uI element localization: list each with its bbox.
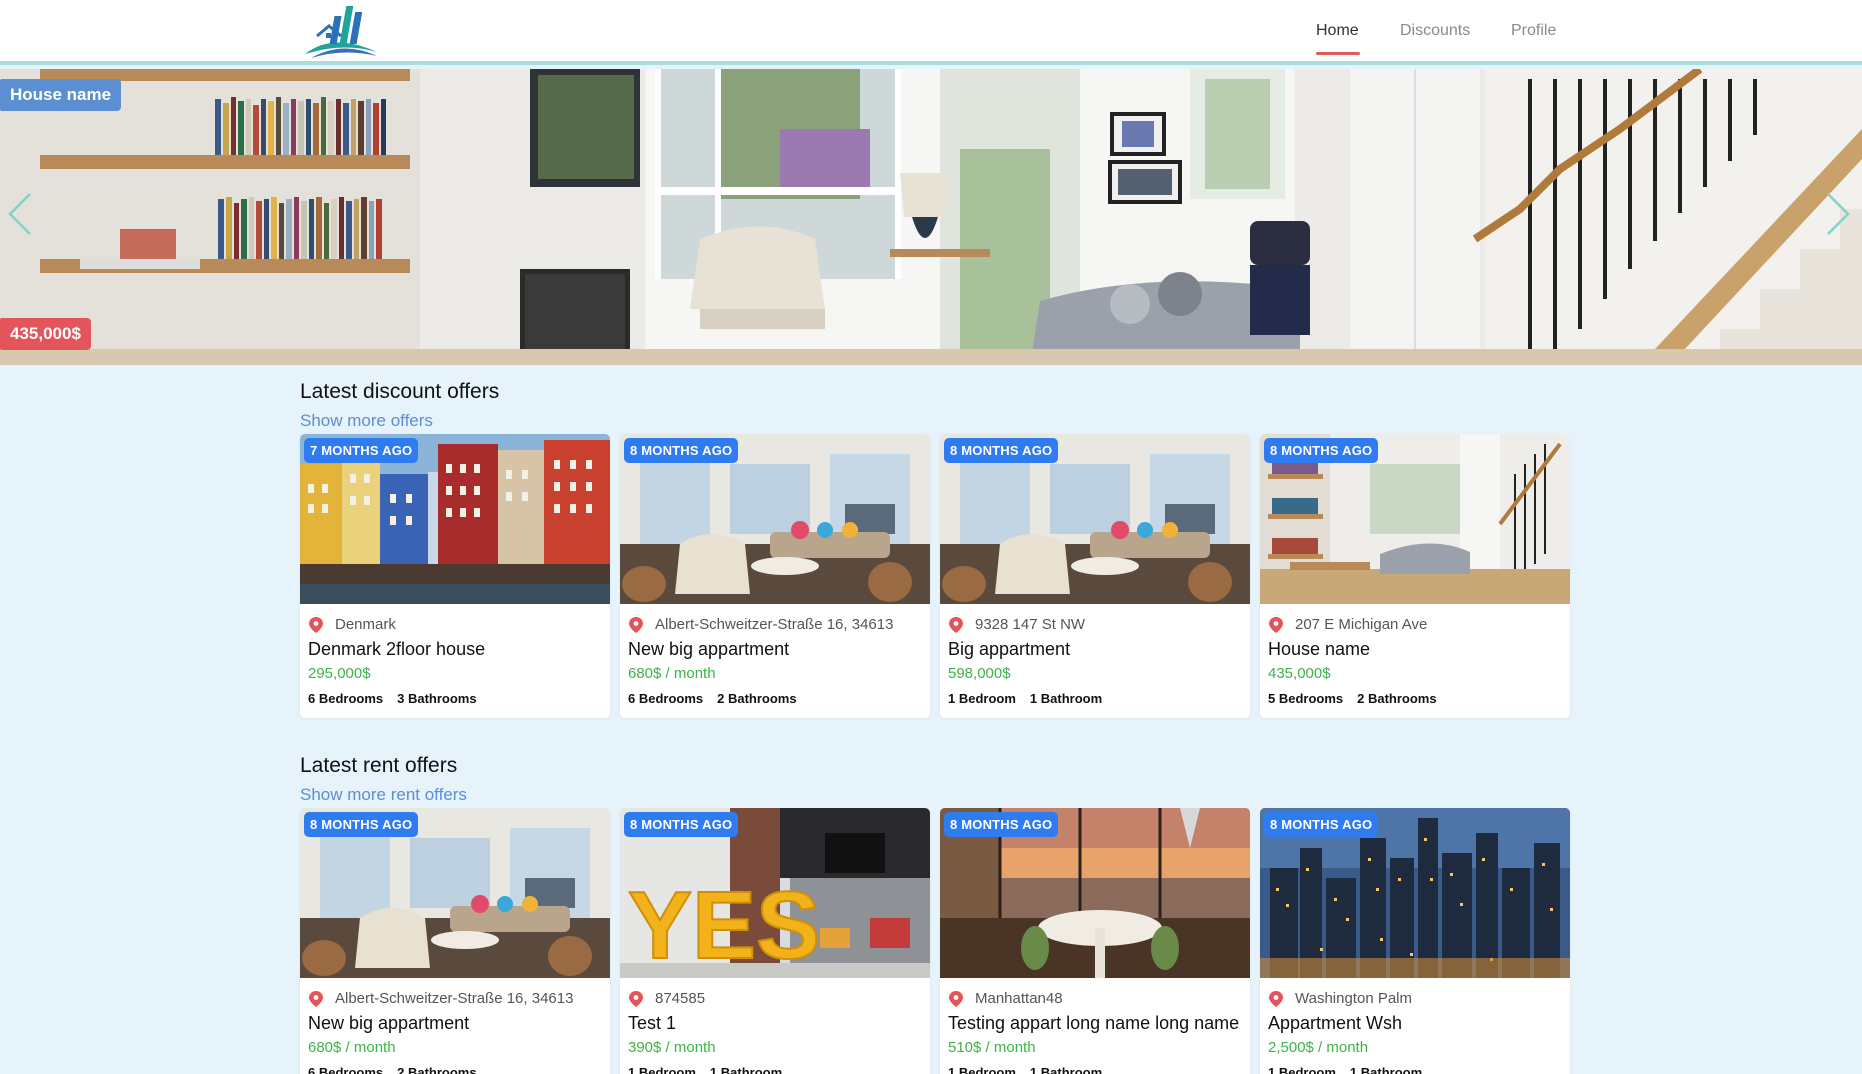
- offer-rooms: 1 Bedroom 1 Bathroom: [948, 1065, 1102, 1074]
- offer-location-text: 874585: [655, 990, 706, 1007]
- bathrooms-count: 1 Bathroom: [709, 1065, 783, 1074]
- offer-location-text: 207 E Michigan Ave: [1295, 616, 1428, 633]
- hero-house-name[interactable]: House name: [0, 79, 122, 111]
- rent-section-title: Latest rent offers: [300, 754, 458, 777]
- offer-location: 207 E Michigan Ave: [1269, 616, 1427, 633]
- map-pin-icon: [629, 616, 643, 633]
- offer-location: 874585: [629, 990, 705, 1007]
- discounts-section-title: Latest discount offers: [300, 380, 500, 403]
- hero-carousel[interactable]: House name 435,000$: [0, 69, 1862, 365]
- map-pin-icon: [309, 616, 323, 633]
- offer-title[interactable]: New big appartment: [308, 1013, 604, 1034]
- offer-price: 680$ / month: [628, 665, 716, 682]
- offer-price: 390$ / month: [628, 1039, 716, 1056]
- offer-rooms: 1 Bedroom 1 Bathroom: [1268, 1065, 1422, 1074]
- offer-title[interactable]: New big appartment: [628, 639, 924, 660]
- rent-card[interactable]: YES 8 MONTHS AGO 874585 Test 1 390$ / mo…: [620, 808, 930, 1074]
- offer-location: 9328 147 St NW: [949, 616, 1085, 633]
- map-pin-icon: [949, 990, 963, 1007]
- offer-title[interactable]: House name: [1268, 639, 1564, 660]
- time-badge: 8 MONTHS AGO: [944, 438, 1059, 463]
- svg-text:YES: YES: [628, 872, 820, 978]
- rent-card[interactable]: 8 MONTHS AGO Washington Palm Appartment …: [1260, 808, 1570, 1074]
- map-pin-icon: [949, 616, 963, 633]
- bathrooms-count: 3 Bathrooms: [397, 691, 477, 706]
- offer-location-text: 9328 147 St NW: [975, 616, 1086, 633]
- offer-location: Manhattan48: [949, 990, 1063, 1007]
- offer-location-text: Manhattan48: [975, 990, 1063, 1007]
- offer-rooms: 6 Bedrooms 2 Bathrooms: [308, 1065, 477, 1074]
- offer-price: 435,000$: [1268, 665, 1331, 682]
- time-badge: 8 MONTHS AGO: [624, 812, 739, 837]
- top-navbar: Home Discounts Profile: [0, 0, 1862, 65]
- chevron-right-icon[interactable]: [1826, 192, 1850, 236]
- nav-active-indicator: [1316, 52, 1360, 55]
- time-badge: 8 MONTHS AGO: [1264, 438, 1379, 463]
- offer-rooms: 6 Bedrooms 2 Bathrooms: [628, 691, 797, 706]
- offer-location-text: Washington Palm: [1295, 990, 1412, 1007]
- nav-home[interactable]: Home: [1316, 22, 1359, 40]
- offer-location-text: Albert-Schweitzer-Straße 16, 34613: [655, 616, 894, 633]
- hero-price: 435,000$: [0, 318, 91, 350]
- offer-title[interactable]: Appartment Wsh: [1268, 1013, 1564, 1034]
- time-badge: 8 MONTHS AGO: [944, 812, 1059, 837]
- bedrooms-count: 5 Bedrooms: [1268, 691, 1344, 706]
- map-pin-icon: [1269, 616, 1283, 633]
- time-badge: 8 MONTHS AGO: [1264, 812, 1379, 837]
- offer-price: 295,000$: [308, 665, 371, 682]
- bathrooms-count: 2 Bathrooms: [717, 691, 797, 706]
- offer-title[interactable]: Test 1: [628, 1013, 924, 1034]
- offer-title[interactable]: Denmark 2floor house: [308, 639, 604, 660]
- offer-title[interactable]: Testing appart long name long name: [948, 1013, 1244, 1034]
- offer-rooms: 6 Bedrooms 3 Bathrooms: [308, 691, 477, 706]
- hero-image: [0, 69, 1862, 365]
- offer-price: 2,500$ / month: [1268, 1039, 1369, 1056]
- map-pin-icon: [309, 990, 323, 1007]
- offer-location: Albert-Schweitzer-Straße 16, 34613: [309, 990, 573, 1007]
- nav-profile[interactable]: Profile: [1511, 22, 1556, 40]
- offer-rooms: 5 Bedrooms 2 Bathrooms: [1268, 691, 1437, 706]
- rent-card[interactable]: 8 MONTHS AGO Manhattan48 Testing appart …: [940, 808, 1250, 1074]
- bathrooms-count: 1 Bathroom: [1029, 1065, 1103, 1074]
- bedrooms-count: 6 Bedrooms: [308, 691, 384, 706]
- bathrooms-count: 2 Bathrooms: [397, 1065, 477, 1074]
- time-badge: 7 MONTHS AGO: [304, 438, 419, 463]
- nav-discounts[interactable]: Discounts: [1400, 22, 1470, 40]
- offer-title[interactable]: Big appartment: [948, 639, 1244, 660]
- offer-price: 598,000$: [948, 665, 1011, 682]
- bedrooms-count: 6 Bedrooms: [308, 1065, 384, 1074]
- map-pin-icon: [1269, 990, 1283, 1007]
- offer-location-text: Albert-Schweitzer-Straße 16, 34613: [335, 990, 574, 1007]
- offer-card[interactable]: 8 MONTHS AGO Albert-Schweitzer-Straße 16…: [620, 434, 930, 718]
- bedrooms-count: 1 Bedroom: [948, 691, 1016, 706]
- offer-location: Denmark: [309, 616, 396, 633]
- time-badge: 8 MONTHS AGO: [304, 812, 419, 837]
- bedrooms-count: 1 Bedroom: [1268, 1065, 1336, 1074]
- offer-card[interactable]: 7 MONTHS AGO Denmark Denmark 2floor hous…: [300, 434, 610, 718]
- bathrooms-count: 2 Bathrooms: [1357, 691, 1437, 706]
- offer-location-text: Denmark: [335, 616, 396, 633]
- offer-card[interactable]: 8 MONTHS AGO 9328 147 St NW Big appartme…: [940, 434, 1250, 718]
- time-badge: 8 MONTHS AGO: [624, 438, 739, 463]
- map-pin-icon: [629, 990, 643, 1007]
- bathrooms-count: 1 Bathroom: [1349, 1065, 1423, 1074]
- rent-card[interactable]: 8 MONTHS AGO Albert-Schweitzer-Straße 16…: [300, 808, 610, 1074]
- offer-price: 680$ / month: [308, 1039, 396, 1056]
- chevron-left-icon[interactable]: [8, 192, 32, 236]
- bedrooms-count: 1 Bedroom: [628, 1065, 696, 1074]
- bedrooms-count: 1 Bedroom: [948, 1065, 1016, 1074]
- bathrooms-count: 1 Bathroom: [1029, 691, 1103, 706]
- show-more-offers-link[interactable]: Show more offers: [300, 411, 433, 431]
- offer-location: Albert-Schweitzer-Straße 16, 34613: [629, 616, 893, 633]
- offer-card[interactable]: 8 MONTHS AGO 207 E Michigan Ave House na…: [1260, 434, 1570, 718]
- offer-rooms: 1 Bedroom 1 Bathroom: [628, 1065, 782, 1074]
- offer-rooms: 1 Bedroom 1 Bathroom: [948, 691, 1102, 706]
- logo[interactable]: [303, 2, 379, 60]
- bedrooms-count: 6 Bedrooms: [628, 691, 704, 706]
- offer-location: Washington Palm: [1269, 990, 1412, 1007]
- offer-price: 510$ / month: [948, 1039, 1036, 1056]
- show-more-rent-offers-link[interactable]: Show more rent offers: [300, 785, 467, 805]
